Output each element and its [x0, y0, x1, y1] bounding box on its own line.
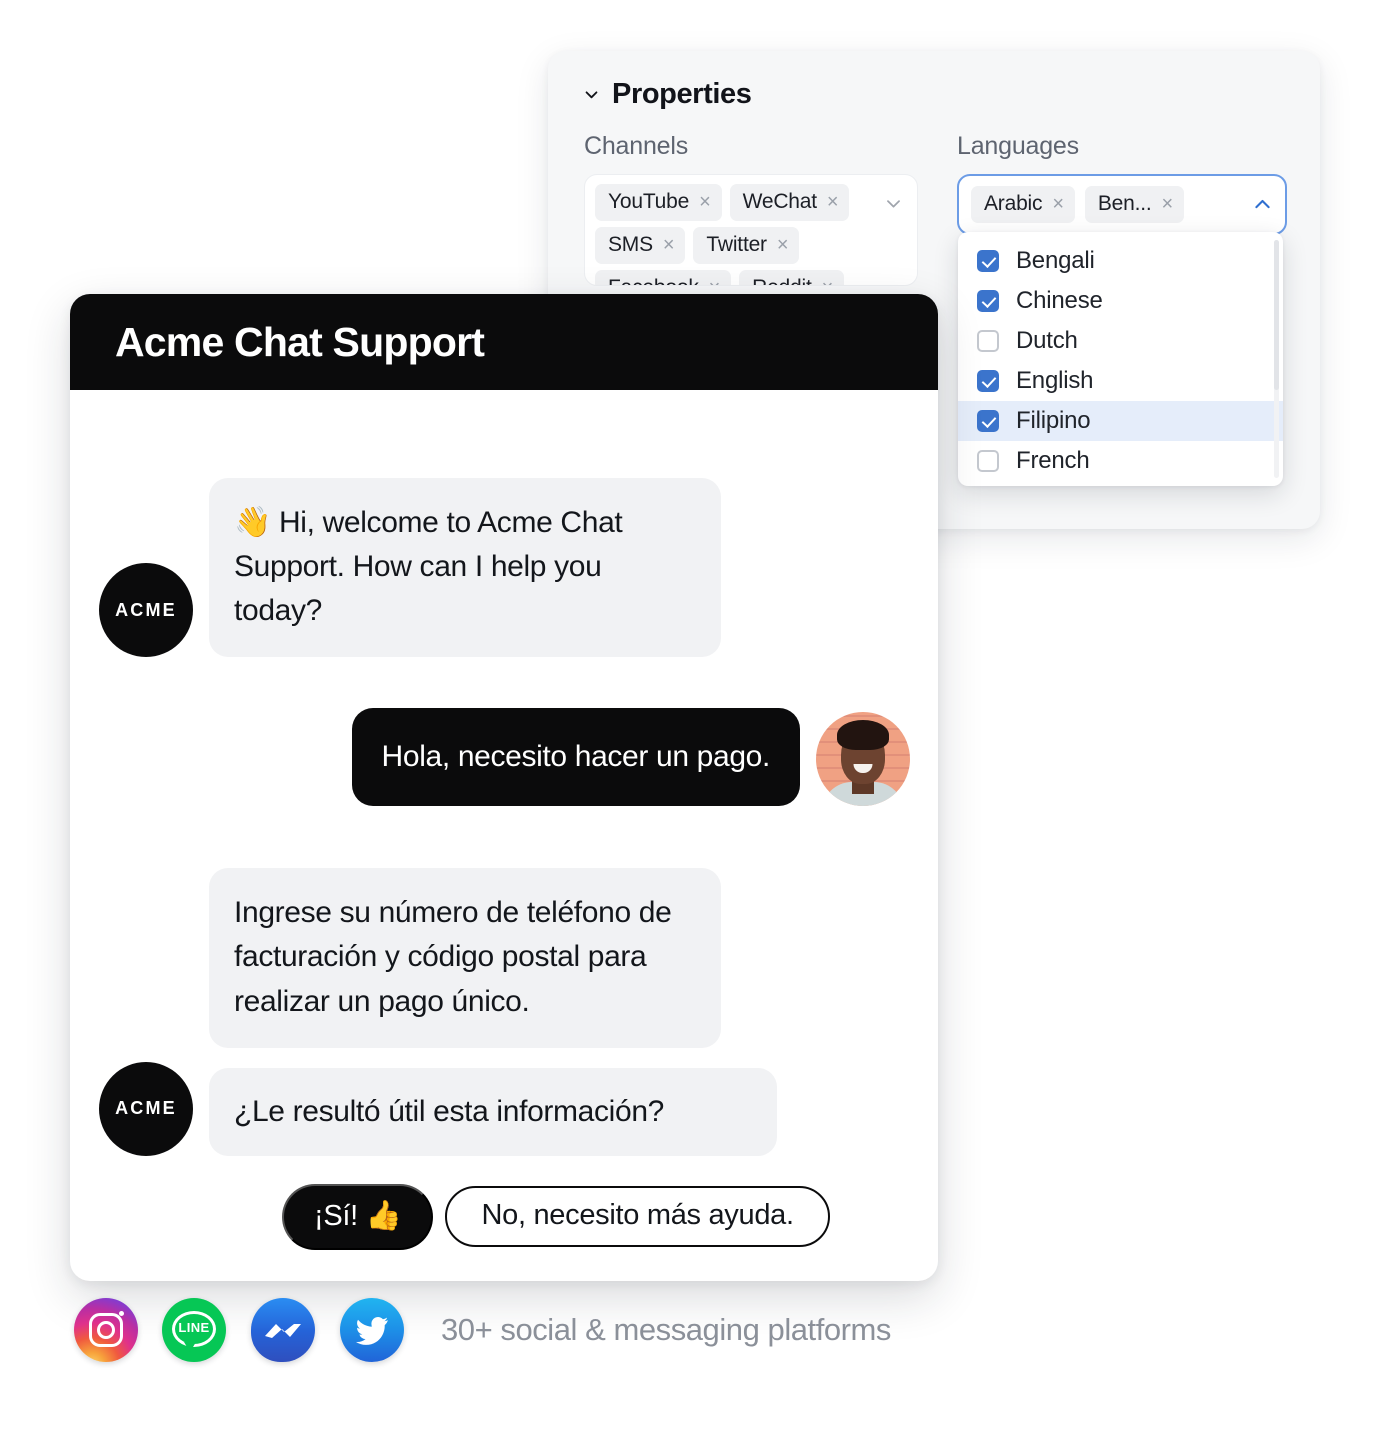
language-option-dutch[interactable]: Dutch	[958, 321, 1283, 361]
language-option-english[interactable]: English	[958, 361, 1283, 401]
channels-chip-list: YouTube × WeChat × SMS × Twitter ×	[595, 184, 885, 285]
language-chip[interactable]: Ben... ×	[1084, 186, 1184, 223]
channel-chip[interactable]: SMS ×	[595, 227, 686, 264]
chip-label: Facebook	[608, 276, 699, 285]
messenger-icon[interactable]	[251, 1298, 315, 1362]
channel-chip[interactable]: YouTube ×	[595, 184, 722, 221]
language-option-french[interactable]: French	[958, 441, 1283, 481]
chevron-down-icon[interactable]	[884, 194, 903, 213]
checkbox-checked-icon[interactable]	[977, 370, 999, 392]
avatar-acme: ACME	[99, 1061, 193, 1156]
channels-label: Channels	[584, 132, 689, 160]
twitter-icon[interactable]	[340, 1298, 404, 1362]
instagram-icon[interactable]	[74, 1298, 138, 1362]
channel-chip[interactable]: WeChat ×	[729, 184, 850, 221]
channel-chip[interactable]: Facebook ×	[595, 270, 732, 285]
checkbox-checked-icon[interactable]	[977, 410, 999, 432]
chevron-up-icon[interactable]	[1252, 194, 1273, 215]
chip-remove-icon[interactable]: ×	[1161, 194, 1173, 214]
messenger-bolt-glyph	[265, 1324, 301, 1338]
message-bubble: ¿Le resultó útil esta información?	[209, 1067, 777, 1156]
option-label: French	[1016, 447, 1090, 474]
checkbox-unchecked-icon[interactable]	[977, 330, 999, 352]
quick-reply-group: ¡Sí! 👍 No, necesito más ayuda.	[70, 1183, 938, 1250]
channel-chip[interactable]: Twitter ×	[693, 227, 800, 264]
chip-label: Reddit	[752, 276, 812, 285]
option-label: Bengali	[1016, 247, 1095, 274]
chip-label: SMS	[608, 233, 653, 256]
option-label: English	[1016, 367, 1094, 394]
social-platform-footer: LINE 30+ social & messaging platforms	[74, 1298, 891, 1362]
language-chip[interactable]: Arabic ×	[971, 186, 1075, 223]
chevron-down-icon[interactable]	[583, 86, 600, 103]
chip-label: WeChat	[742, 190, 817, 213]
languages-dropdown[interactable]: Bengali Chinese Dutch English Filipino F	[958, 232, 1283, 486]
chip-label: YouTube	[608, 190, 690, 213]
dropdown-scrollbar-thumb[interactable]	[1274, 240, 1279, 390]
page-title: Properties	[612, 78, 752, 110]
properties-header[interactable]: Properties	[548, 51, 1320, 111]
channel-chip[interactable]: Reddit ×	[739, 270, 845, 285]
chat-message-bot-greeting: ACME 👋 Hi, welcome to Acme Chat Support.…	[70, 390, 938, 658]
language-option-filipino[interactable]: Filipino	[958, 401, 1283, 441]
language-option-chinese[interactable]: Chinese	[958, 281, 1283, 321]
chip-remove-icon[interactable]: ×	[1052, 194, 1064, 214]
bot-bubble-stack: Ingrese su número de teléfono de factura…	[209, 868, 777, 1156]
footer-caption: 30+ social & messaging platforms	[441, 1312, 891, 1347]
chat-message-user: Hola, necesito hacer un pago.	[70, 708, 938, 807]
chip-label: Twitter	[706, 233, 767, 256]
page-root: Properties Channels YouTube × WeChat × S…	[0, 0, 1382, 1430]
quick-reply-need-more-help[interactable]: No, necesito más ayuda.	[445, 1186, 830, 1248]
chip-remove-icon[interactable]: ×	[827, 192, 839, 212]
chip-remove-icon[interactable]: ×	[777, 235, 789, 255]
checkbox-checked-icon[interactable]	[977, 250, 999, 272]
line-icon[interactable]: LINE	[162, 1298, 226, 1362]
chip-remove-icon[interactable]: ×	[709, 278, 721, 285]
message-bubble: Hola, necesito hacer un pago.	[351, 708, 800, 807]
avatar-acme: ACME	[99, 563, 193, 658]
twitter-bird-glyph	[355, 1317, 388, 1345]
language-option-bengali[interactable]: Bengali	[958, 241, 1283, 281]
dropdown-scrollbar[interactable]	[1274, 240, 1279, 478]
avatar-user	[816, 712, 910, 807]
channels-field: Channels YouTube × WeChat × SMS × Twitte…	[584, 132, 918, 286]
checkbox-unchecked-icon[interactable]	[977, 450, 999, 472]
channels-multiselect[interactable]: YouTube × WeChat × SMS × Twitter ×	[584, 174, 918, 286]
option-label: Filipino	[1016, 407, 1091, 434]
chip-remove-icon[interactable]: ×	[663, 235, 675, 255]
checkbox-checked-icon[interactable]	[977, 290, 999, 312]
message-bubble: Ingrese su número de teléfono de factura…	[209, 868, 721, 1048]
chat-widget: Acme Chat Support ACME 👋 Hi, welcome to …	[70, 294, 938, 1281]
chip-label: Ben...	[1097, 192, 1152, 215]
line-wordmark: LINE	[178, 1320, 210, 1335]
option-label: Dutch	[1016, 327, 1078, 354]
chat-title: Acme Chat Support	[115, 318, 485, 365]
quick-reply-yes[interactable]: ¡Sí! 👍	[282, 1183, 434, 1250]
chat-header: Acme Chat Support	[70, 294, 938, 390]
social-icon-list: LINE	[74, 1298, 429, 1362]
chip-remove-icon[interactable]: ×	[822, 278, 834, 285]
chat-message-list: ACME 👋 Hi, welcome to Acme Chat Support.…	[70, 390, 938, 1281]
languages-label: Languages	[957, 132, 1079, 160]
chip-label: Arabic	[984, 192, 1043, 215]
message-bubble: 👋 Hi, welcome to Acme Chat Support. How …	[209, 478, 721, 658]
languages-multiselect[interactable]: Arabic × Ben... ×	[957, 174, 1287, 235]
languages-option-list: Bengali Chinese Dutch English Filipino F	[958, 232, 1283, 481]
option-label: Chinese	[1016, 287, 1103, 314]
chip-remove-icon[interactable]: ×	[699, 192, 711, 212]
chat-message-bot-payment: ACME Ingrese su número de teléfono de fa…	[70, 868, 938, 1156]
